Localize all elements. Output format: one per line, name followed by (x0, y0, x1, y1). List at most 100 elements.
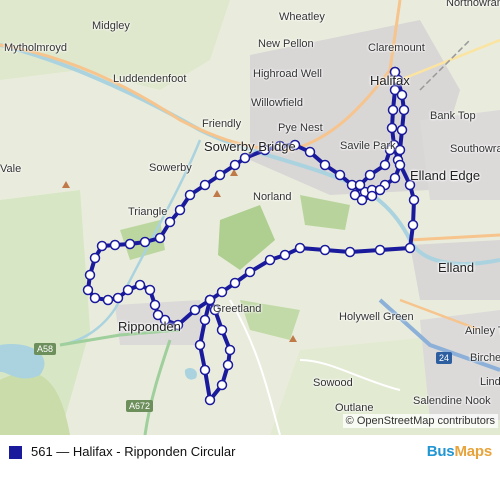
bus-stop-marker[interactable] (294, 242, 306, 254)
place-elland: Elland (438, 260, 475, 275)
bus-stop-marker[interactable] (216, 286, 228, 298)
bus-stop-marker[interactable] (96, 240, 108, 252)
bus-stop-marker[interactable] (394, 159, 406, 171)
bus-stop-marker[interactable] (244, 266, 256, 278)
bus-stop-marker[interactable] (89, 292, 101, 304)
bus-stop-marker[interactable] (216, 379, 228, 391)
bus-stop-marker[interactable] (366, 190, 378, 202)
place-salendine-nook: Salendine Nook (413, 395, 491, 407)
place-elland-edge: Elland Edge (410, 168, 481, 183)
bus-stop-marker[interactable] (164, 216, 176, 228)
bus-stop-marker[interactable] (124, 238, 136, 250)
bus-stop-marker[interactable] (224, 344, 236, 356)
bus-stop-marker[interactable] (214, 169, 226, 181)
bus-stop-marker[interactable] (134, 279, 146, 291)
place-claremount: Claremount (368, 42, 425, 54)
bus-stop-marker[interactable] (394, 144, 406, 156)
place-outlane: Outlane (335, 402, 374, 414)
road-shield-a672: A672 (126, 400, 154, 412)
place-midgley: Midgley (92, 20, 130, 32)
place-greetland: Greetland (213, 303, 262, 315)
place-halifax: Halifax (370, 73, 410, 88)
bus-stop-marker[interactable] (364, 169, 376, 181)
bus-stop-marker[interactable] (398, 104, 410, 116)
bus-stop-marker[interactable] (279, 249, 291, 261)
bus-stop-marker[interactable] (356, 194, 368, 206)
bus-stop-marker[interactable] (239, 152, 251, 164)
bus-stop-marker[interactable] (144, 284, 156, 296)
bus-stop-marker[interactable] (354, 179, 366, 191)
bus-stop-marker[interactable] (149, 299, 161, 311)
attribution-text: © OpenStreetMap contributors (345, 415, 495, 427)
bus-stop-marker[interactable] (407, 219, 419, 231)
place-northowram: Northowram (446, 0, 500, 9)
bus-stop-marker[interactable] (199, 314, 211, 326)
bus-stop-marker[interactable] (408, 194, 420, 206)
busmaps-logo[interactable]: BusMaps (427, 443, 492, 460)
route-color-swatch (9, 446, 22, 459)
place-sowerby: Sowerby (149, 162, 192, 174)
bus-stop-marker[interactable] (89, 252, 101, 264)
bus-route-layer (82, 66, 420, 406)
place-luddendenfoot: Luddendenfoot (113, 73, 187, 85)
road-shield-m62: 24 (436, 352, 453, 364)
bus-stop-marker[interactable] (109, 239, 121, 251)
bus-stop-marker[interactable] (387, 104, 399, 116)
map-canvas[interactable]: Northowram Wheatley Midgley Mytholmroyd … (0, 0, 500, 435)
bus-stop-marker[interactable] (112, 292, 124, 304)
bus-stop-marker[interactable] (319, 159, 331, 171)
bus-stop-marker[interactable] (396, 89, 408, 101)
bus-stop-marker[interactable] (189, 304, 201, 316)
bus-stop-marker[interactable] (199, 179, 211, 191)
bus-stop-marker[interactable] (396, 124, 408, 136)
place-willowfield: Willowfield (251, 97, 303, 109)
place-friendly: Friendly (202, 118, 242, 130)
bus-stop-marker[interactable] (216, 324, 228, 336)
bus-stop-marker[interactable] (194, 339, 206, 351)
place-lindley: Lindley (480, 376, 500, 388)
bus-stop-marker[interactable] (204, 394, 216, 406)
place-highroad-well: Highroad Well (253, 68, 322, 80)
bus-stop-marker[interactable] (222, 359, 234, 371)
place-birchencliffe: Birchencliffe (470, 352, 500, 364)
place-southowram: Southowram (450, 143, 500, 155)
place-norland: Norland (253, 191, 292, 203)
bus-stop-marker[interactable] (174, 204, 186, 216)
place-wheatley: Wheatley (279, 11, 325, 23)
bus-stop-marker[interactable] (122, 284, 134, 296)
bus-stop-marker[interactable] (304, 146, 316, 158)
bus-stop-marker[interactable] (374, 184, 386, 196)
bus-stop-marker[interactable] (334, 169, 346, 181)
bus-stop-marker[interactable] (229, 277, 241, 289)
bus-stop-marker[interactable] (264, 254, 276, 266)
map-attribution[interactable]: © OpenStreetMap contributors (342, 414, 498, 428)
bus-stop-marker[interactable] (386, 122, 398, 134)
bus-stop-marker[interactable] (82, 284, 94, 296)
bus-stop-marker[interactable] (389, 172, 401, 184)
place-pye-nest: Pye Nest (278, 122, 323, 134)
bus-stop-marker[interactable] (199, 364, 211, 376)
place-savile-park: Savile Park (340, 140, 396, 152)
brand-part-maps: Maps (454, 443, 492, 460)
bus-stop-marker[interactable] (344, 246, 356, 258)
bus-stop-marker[interactable] (154, 232, 166, 244)
bus-stop-marker[interactable] (229, 159, 241, 171)
place-sowood: Sowood (313, 377, 353, 389)
place-holywell-green: Holywell Green (339, 311, 414, 323)
bus-stop-marker[interactable] (379, 159, 391, 171)
bus-stop-marker[interactable] (319, 244, 331, 256)
place-vale: Vale (0, 163, 22, 175)
bus-stop-marker[interactable] (84, 269, 96, 281)
place-triangle: Triangle (128, 206, 168, 218)
bus-stop-marker[interactable] (404, 242, 416, 254)
bus-stop-marker[interactable] (139, 236, 151, 248)
place-ripponden: Ripponden (118, 319, 181, 334)
bus-stop-marker[interactable] (184, 189, 196, 201)
place-new-pellon: New Pellon (258, 38, 314, 50)
place-mytholmroyd: Mytholmroyd (4, 42, 67, 54)
brand-part-bus: Bus (426, 443, 455, 460)
place-sowerby-bridge: Sowerby Bridge (204, 139, 296, 154)
bus-stop-marker[interactable] (374, 244, 386, 256)
bus-stop-marker[interactable] (102, 294, 114, 306)
place-bank-top: Bank Top (430, 110, 476, 122)
